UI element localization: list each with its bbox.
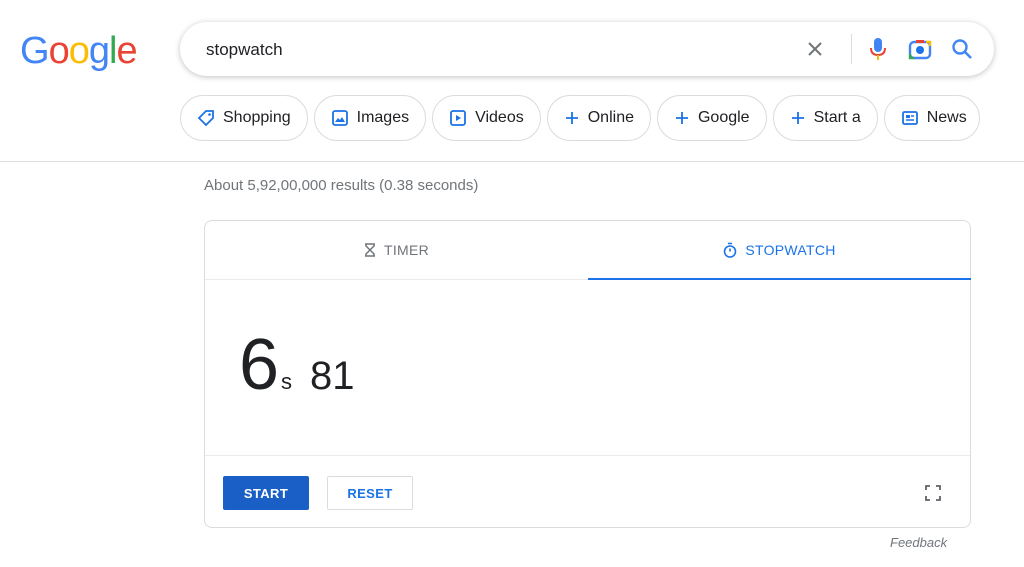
logo-letter: g bbox=[88, 30, 110, 72]
logo-letter: l bbox=[108, 30, 118, 72]
logo-letter: G bbox=[20, 30, 50, 72]
chip-label: Images bbox=[356, 109, 410, 126]
header-divider bbox=[0, 161, 1024, 162]
search-input[interactable] bbox=[204, 22, 768, 78]
stopwatch-icon bbox=[723, 242, 737, 258]
tab-label: TIMER bbox=[383, 242, 430, 258]
chip-label: Google bbox=[697, 109, 750, 126]
chip-videos[interactable]: Videos bbox=[432, 95, 541, 141]
plus-icon bbox=[790, 110, 806, 126]
logo-letter: o bbox=[48, 30, 70, 72]
image-icon bbox=[331, 109, 349, 127]
chip-label: Start a bbox=[813, 109, 861, 126]
stopwatch-display: 6s 81 bbox=[239, 329, 355, 401]
tab-stopwatch[interactable]: STOPWATCH bbox=[588, 221, 971, 280]
tab-timer[interactable]: TIMER bbox=[205, 221, 588, 279]
play-icon bbox=[449, 109, 467, 127]
widget-tabs: TIMER STOPWATCH bbox=[205, 221, 971, 280]
plus-icon bbox=[674, 110, 690, 126]
microphone-icon[interactable] bbox=[864, 35, 892, 63]
chip-online[interactable]: Online bbox=[546, 95, 651, 141]
chip-label: News bbox=[926, 109, 967, 126]
reset-button[interactable]: RESET bbox=[327, 476, 413, 510]
start-button[interactable]: START bbox=[223, 476, 309, 510]
chip-label: Shopping bbox=[223, 109, 291, 126]
google-logo[interactable]: Google bbox=[20, 30, 138, 73]
seconds-unit: s bbox=[281, 369, 293, 394]
widget-divider bbox=[205, 455, 970, 456]
filter-chips: Shopping Images Videos Online Google Sta… bbox=[180, 95, 980, 141]
hourglass-icon bbox=[364, 243, 376, 257]
search-box bbox=[180, 22, 994, 78]
chip-label: Videos bbox=[475, 109, 524, 126]
tag-icon bbox=[197, 109, 215, 127]
search-icon[interactable] bbox=[948, 35, 976, 63]
seconds-value: 6 bbox=[239, 325, 280, 405]
feedback-link[interactable]: Feedback bbox=[890, 535, 947, 550]
chip-shopping[interactable]: Shopping bbox=[180, 95, 308, 141]
logo-letter: e bbox=[116, 30, 137, 72]
tab-label: STOPWATCH bbox=[745, 242, 836, 258]
chip-news[interactable]: News bbox=[883, 95, 980, 141]
plus-icon bbox=[564, 110, 580, 126]
centiseconds-value: 81 bbox=[310, 354, 355, 398]
clear-icon[interactable] bbox=[801, 35, 829, 63]
chip-images[interactable]: Images bbox=[313, 95, 427, 141]
chip-google[interactable]: Google bbox=[656, 95, 767, 141]
result-stats: About 5,92,00,000 results (0.38 seconds) bbox=[204, 177, 479, 194]
search-divider bbox=[851, 34, 852, 64]
chip-start-a[interactable]: Start a bbox=[772, 95, 878, 141]
camera-icon[interactable] bbox=[906, 35, 934, 63]
fullscreen-icon[interactable] bbox=[921, 481, 945, 505]
logo-letter: o bbox=[68, 30, 90, 72]
news-icon bbox=[901, 109, 919, 127]
chip-label: Online bbox=[587, 109, 634, 126]
stopwatch-widget: TIMER STOPWATCH 6s 81 START RESET bbox=[204, 220, 971, 528]
